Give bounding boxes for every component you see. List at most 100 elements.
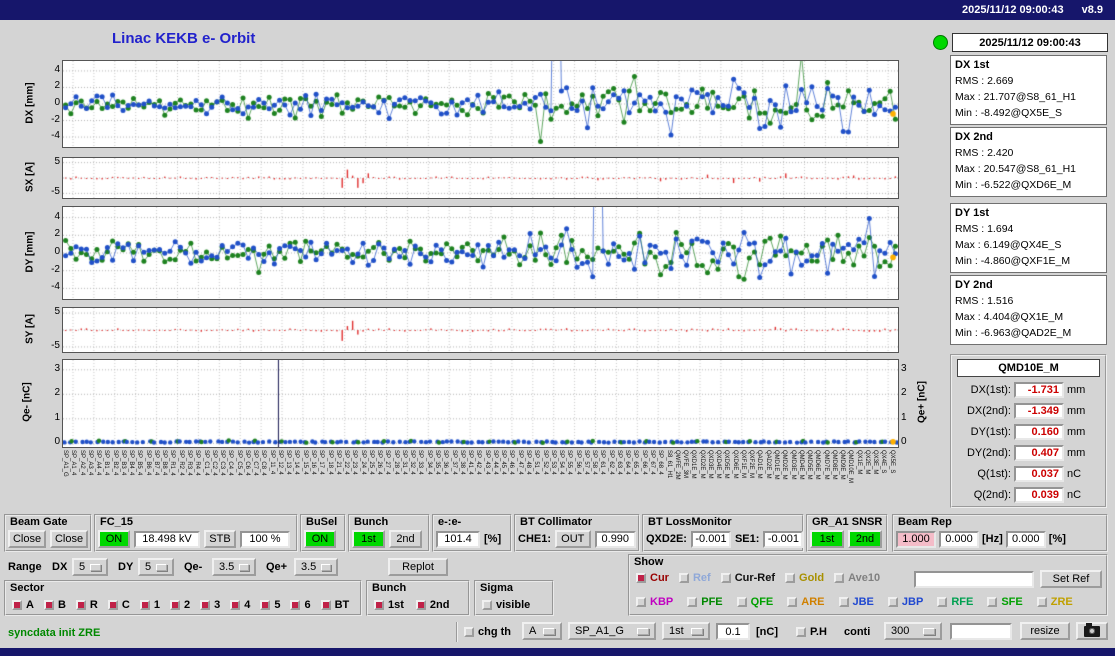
che1-out-button[interactable]: OUT: [555, 530, 591, 548]
show-are[interactable]: ARE: [787, 596, 825, 608]
sector-a[interactable]: A: [12, 599, 34, 611]
checkbox-icon[interactable]: [937, 597, 948, 607]
stat-key: Max :: [955, 91, 981, 103]
show-zre[interactable]: ZRE: [1036, 596, 1073, 608]
beam-gate-close-button-1[interactable]: Close: [8, 530, 46, 548]
checkbox-icon[interactable]: [787, 597, 798, 607]
show-jbe[interactable]: JBE: [838, 596, 874, 608]
mode-select[interactable]: A: [522, 622, 562, 640]
free-text-input[interactable]: [950, 623, 1012, 640]
checkbox-icon[interactable]: [987, 597, 998, 607]
show-ave10[interactable]: Ave10: [834, 572, 880, 584]
range-qem-select[interactable]: 3.5: [212, 558, 256, 576]
sector-b[interactable]: B: [43, 599, 66, 611]
x-axis-label: SP_21_4: [334, 450, 341, 475]
fc15-stb-button[interactable]: STB: [204, 530, 236, 548]
ref-name-input[interactable]: [914, 571, 1034, 588]
screenshot-button[interactable]: [1076, 622, 1108, 640]
checkbox-icon[interactable]: [720, 573, 731, 583]
checkbox-icon[interactable]: [796, 627, 806, 637]
bunch-order-select[interactable]: 1st: [662, 622, 710, 640]
show-rfe[interactable]: RFE: [937, 596, 973, 608]
checkbox-icon[interactable]: [200, 600, 211, 610]
show-cur-ref[interactable]: Cur-Ref: [720, 572, 775, 584]
checkbox-icon[interactable]: [374, 600, 384, 610]
x-axis-label: SP_B6_4: [144, 450, 151, 476]
checkbox-icon[interactable]: [464, 627, 474, 637]
set-ref-button[interactable]: Set Ref: [1040, 570, 1102, 588]
checkbox-icon[interactable]: [320, 600, 331, 610]
checkbox-icon[interactable]: [636, 573, 646, 583]
sector-bt[interactable]: BT: [320, 599, 349, 611]
checkbox-icon[interactable]: [260, 600, 271, 610]
range-dx-select[interactable]: 5: [72, 558, 108, 576]
stat-key: Max :: [955, 163, 981, 175]
checkbox-icon[interactable]: [139, 600, 150, 610]
sp-select[interactable]: SP_A1_G: [568, 622, 656, 640]
show-kbp[interactable]: KBP: [636, 596, 673, 608]
x-axis-label: SP_17_4: [318, 450, 325, 475]
checkbox-icon[interactable]: [230, 600, 241, 610]
checkbox-icon[interactable]: [678, 573, 689, 583]
show-group: Show Cur Ref Cur-Ref Gold Ave10 Set Ref KBP P…: [628, 554, 1108, 616]
gr-a1-2nd-button[interactable]: 2nd: [848, 530, 882, 548]
checkbox-icon[interactable]: [482, 600, 492, 610]
show-gold[interactable]: Gold: [785, 572, 824, 584]
show-sfe[interactable]: SFE: [987, 596, 1023, 608]
checkbox-icon[interactable]: [415, 600, 426, 610]
range-dy-select[interactable]: 5: [138, 558, 174, 576]
checkbox-icon[interactable]: [687, 597, 698, 607]
checkbox-icon[interactable]: [636, 597, 646, 607]
bunch-2nd[interactable]: 2nd: [415, 599, 449, 611]
checkbox-icon[interactable]: [290, 600, 301, 610]
sector-6[interactable]: 6: [290, 599, 311, 611]
bunch-1st[interactable]: 1st: [374, 599, 404, 611]
stats-min: Min : -6.522@QXD6E_M: [955, 177, 1102, 193]
sector-2[interactable]: 2: [169, 599, 190, 611]
sector-c[interactable]: C: [107, 599, 130, 611]
show-ref[interactable]: Ref: [678, 572, 711, 584]
sector-r[interactable]: R: [75, 599, 98, 611]
dropdown-indicator-icon: [923, 627, 935, 635]
ph-checkbox[interactable]: P.H: [796, 626, 827, 638]
checkbox-icon[interactable]: [12, 600, 22, 610]
checkbox-icon[interactable]: [43, 600, 54, 610]
x-axis-label: SP_22_4: [343, 450, 350, 475]
checkbox-icon[interactable]: [169, 600, 180, 610]
fc15-on-button[interactable]: ON: [98, 530, 130, 548]
replot-button[interactable]: Replot: [388, 558, 448, 576]
range-dx-value: 5: [79, 561, 86, 573]
show-qfe[interactable]: QFE: [736, 596, 773, 608]
x-axis-label: SP_15_4: [301, 450, 308, 475]
checkbox-icon[interactable]: [736, 597, 747, 607]
sector-1[interactable]: 1: [139, 599, 160, 611]
show-cur[interactable]: Cur: [636, 572, 669, 584]
gr-a1-1st-button[interactable]: 1st: [810, 530, 844, 548]
rep-count-select[interactable]: 300: [884, 622, 942, 640]
conti-label[interactable]: conti: [844, 626, 870, 638]
chg-th-checkbox[interactable]: chg th: [464, 626, 511, 638]
sector-5[interactable]: 5: [260, 599, 280, 611]
monitor-row-unit: mm: [1067, 383, 1086, 396]
beam-gate-close-button-2[interactable]: Close: [50, 530, 88, 548]
range-qep-select[interactable]: 3.5: [294, 558, 338, 576]
checkbox-icon[interactable]: [887, 597, 898, 607]
checkbox-icon[interactable]: [834, 573, 845, 583]
resize-button[interactable]: resize: [1020, 622, 1070, 640]
sx-plot-canvas: [62, 157, 899, 199]
sigma-visible[interactable]: visible: [482, 599, 530, 611]
bunch-1st-button[interactable]: 1st: [352, 530, 385, 548]
sector-4[interactable]: 4: [230, 599, 250, 611]
checkbox-icon[interactable]: [838, 597, 849, 607]
checkbox-icon[interactable]: [75, 600, 86, 610]
checkbox-icon[interactable]: [785, 573, 796, 583]
show-jbp[interactable]: JBP: [887, 596, 923, 608]
checkbox-icon[interactable]: [107, 600, 118, 610]
threshold-input[interactable]: 0.1: [716, 623, 750, 640]
checkbox-icon[interactable]: [1036, 597, 1047, 607]
busel-on-button[interactable]: ON: [304, 530, 336, 548]
x-axis-label: SP_63_4: [615, 450, 622, 475]
sector-3[interactable]: 3: [200, 599, 220, 611]
bunch-2nd-button[interactable]: 2nd: [389, 530, 422, 548]
show-pfe[interactable]: PFE: [687, 596, 723, 608]
